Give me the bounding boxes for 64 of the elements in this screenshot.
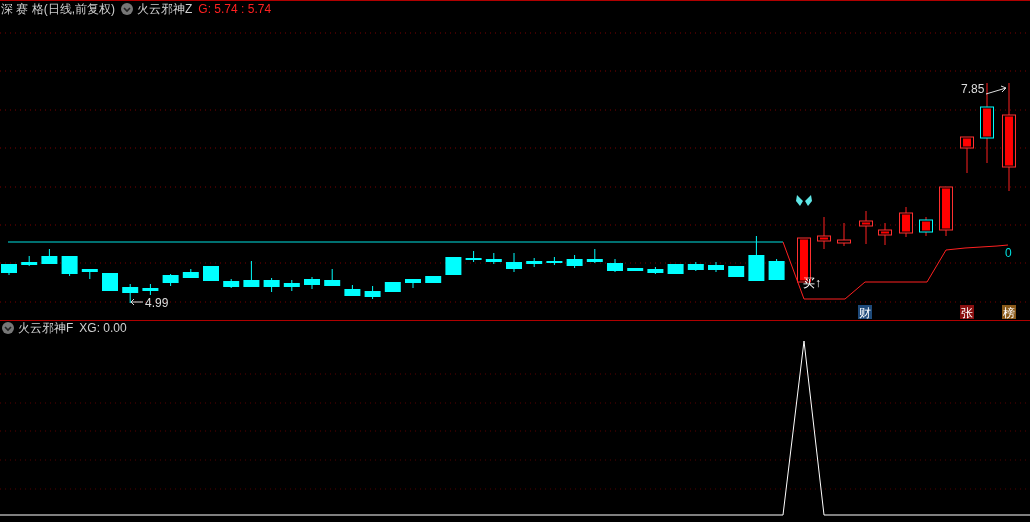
candlestick: [768, 258, 785, 281]
candlestick: [506, 252, 522, 273]
candlestick: [203, 265, 219, 282]
candlestick: [817, 216, 831, 250]
arrow-icon: [130, 298, 144, 306]
candlestick: [364, 285, 381, 300]
chevron-down-icon[interactable]: [121, 3, 133, 15]
signal-label: 买↑: [803, 276, 821, 290]
event-badge[interactable]: 榜: [1002, 305, 1016, 320]
candlestick: [425, 275, 442, 284]
candlestick: [859, 210, 873, 245]
candlestick: [728, 265, 745, 278]
candlestick: [465, 250, 482, 263]
candlestick: [162, 273, 179, 287]
candlestick: [223, 278, 240, 289]
chevron-down-icon[interactable]: [2, 322, 14, 334]
candlestick: [647, 266, 664, 275]
event-badge[interactable]: 张: [960, 305, 974, 320]
candlestick: [384, 281, 401, 293]
candlestick: [263, 277, 280, 293]
candlestick: [102, 272, 118, 292]
butterfly-icon: [796, 195, 812, 206]
candlestick: [837, 222, 851, 247]
candlestick: [566, 254, 583, 269]
candlestick: [122, 283, 139, 304]
indicator-values: G: 5.74 : 5.74: [198, 3, 272, 15]
indicator-name: 火云邪神F: [18, 322, 74, 334]
candlestick: [142, 283, 159, 296]
indicator-name: 火云邪神Z: [137, 3, 193, 15]
candlestick: [607, 258, 623, 273]
candlestick: [878, 222, 892, 246]
candlestick: [283, 279, 300, 292]
candlestick: [687, 261, 704, 272]
line-value: 0: [1005, 246, 1012, 260]
event-badge[interactable]: 财: [858, 305, 872, 320]
candlestick: [708, 261, 724, 273]
candlestick: [405, 278, 421, 289]
arrow-icon: [985, 85, 1007, 95]
candlestick: [526, 257, 543, 268]
price-label: 4.99: [145, 296, 169, 310]
candlestick: [586, 248, 603, 264]
candlestick: [304, 276, 320, 290]
candlestick: [960, 136, 974, 174]
candlestick: [546, 256, 563, 266]
price-label: 7.85: [961, 82, 985, 96]
candlestick: [899, 206, 913, 238]
candlestick: [939, 186, 953, 237]
candlestick: [81, 268, 98, 280]
candlestick: [667, 263, 684, 275]
candlestick: [324, 268, 341, 287]
candlestick: [344, 284, 361, 297]
candlestick: [627, 267, 644, 272]
candlestick: [748, 235, 765, 282]
candlestick: [445, 256, 462, 276]
candlestick: [21, 255, 38, 267]
stock-title: 深 赛 格(日线,前复权): [0, 3, 115, 15]
candlestick: [41, 248, 58, 265]
candlestick: [61, 255, 78, 277]
candlestick: [1, 263, 17, 276]
candlestick: [243, 260, 260, 288]
candlestick: [182, 268, 199, 279]
indicator-values: XG: 0.00: [79, 322, 127, 334]
candlestick: [919, 216, 933, 237]
candlestick: [485, 252, 502, 265]
